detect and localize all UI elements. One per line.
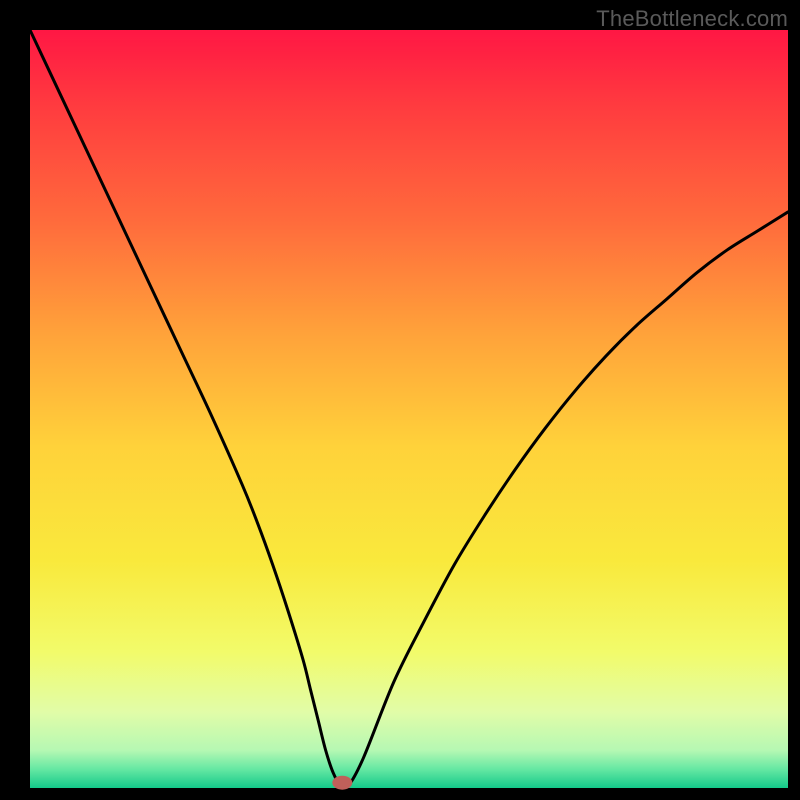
minimum-marker — [332, 776, 352, 790]
watermark-text: TheBottleneck.com — [596, 6, 788, 32]
chart-container — [0, 0, 800, 800]
plot-background — [30, 30, 788, 788]
bottleneck-chart — [0, 0, 800, 800]
